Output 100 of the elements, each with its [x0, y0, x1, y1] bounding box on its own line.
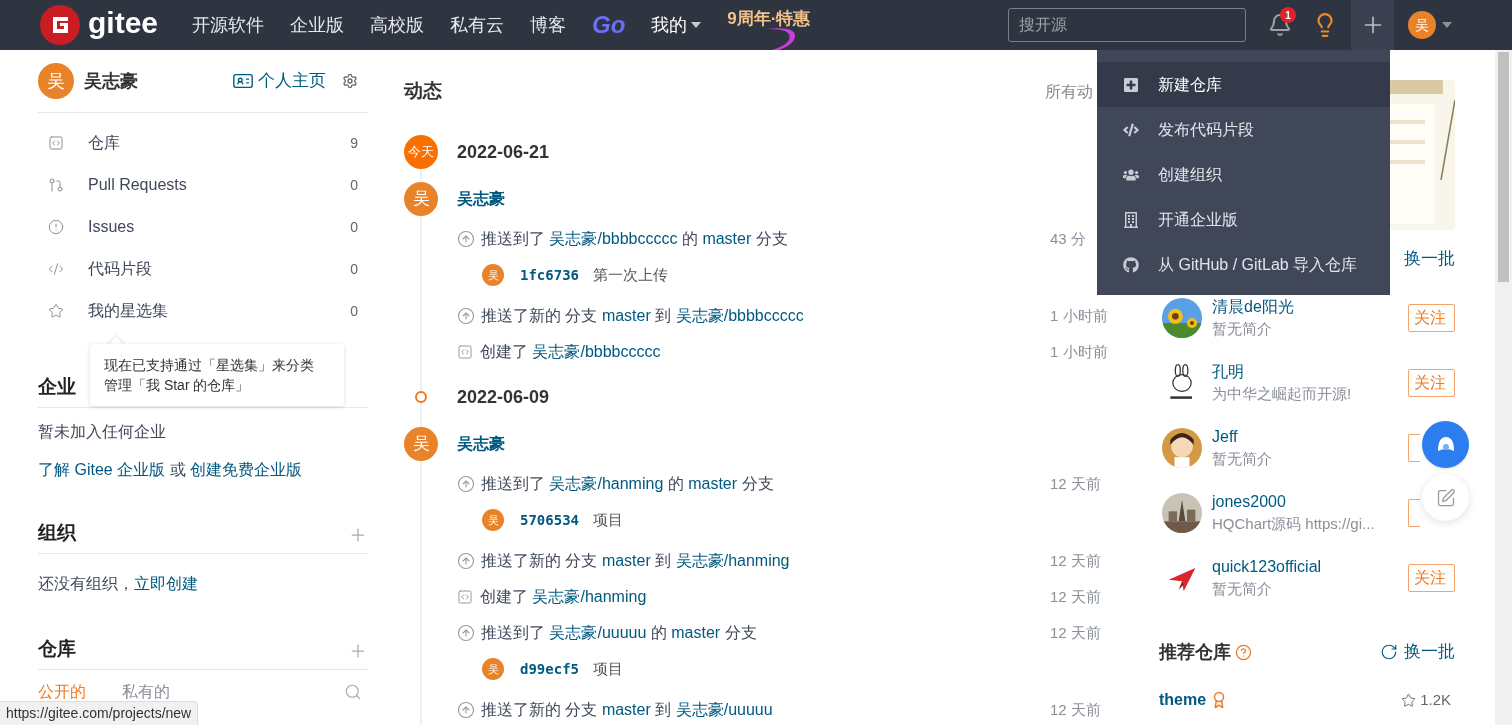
section-title: 组织	[38, 520, 76, 545]
link[interactable]: 吴志豪/bbbbccccc	[532, 343, 661, 360]
code-icon	[1123, 121, 1139, 138]
link[interactable]: master	[688, 475, 738, 492]
link[interactable]: 立即创建	[134, 575, 198, 592]
feed-filter[interactable]: 所有动	[1045, 79, 1093, 104]
link[interactable]: 吴志豪/uuuuu	[675, 701, 773, 718]
settings-icon[interactable]	[342, 73, 358, 89]
profile-link[interactable]: 个人主页	[232, 68, 326, 94]
nav-link[interactable]: 博客	[530, 11, 567, 39]
user-name[interactable]: Jeff	[1212, 425, 1272, 448]
commit-message: 项目	[593, 509, 623, 530]
user-name[interactable]: 吴志豪	[457, 187, 505, 211]
link[interactable]: master	[601, 307, 651, 324]
user-name[interactable]: jones2000	[1212, 490, 1375, 513]
commit-message: 第一次上传	[593, 264, 668, 285]
link[interactable]: master	[671, 624, 721, 641]
date-heading: 2022-06-21	[457, 140, 550, 164]
activity-text: 推送到了 吴志豪/bbbbccccc 的 master 分支	[481, 229, 788, 249]
event-time: 12 天前	[1050, 550, 1101, 571]
repo-icon	[48, 135, 64, 151]
link[interactable]: 吴志豪/hanming	[549, 475, 664, 492]
follow-button[interactable]	[1408, 498, 1420, 527]
activity-text: 推送了新的 分支 master 到 吴志豪/hanming	[481, 551, 790, 571]
link[interactable]: master	[702, 230, 752, 247]
link[interactable]: 吴志豪/bbbbccccc	[675, 307, 804, 324]
menu-item[interactable]: 创建组织	[1097, 152, 1390, 197]
refresh-link[interactable]: 换一批	[1380, 639, 1455, 665]
event-time: 43 分	[1050, 228, 1086, 249]
user-name[interactable]: quick123official	[1212, 555, 1322, 578]
repo-name[interactable]: theme	[1159, 688, 1207, 712]
activity-text: 推送到了 吴志豪/hanming 的 master 分支	[481, 474, 774, 494]
commit-hash[interactable]: d99ecf5	[520, 658, 579, 680]
scrollbar-thumb[interactable]	[1498, 52, 1509, 282]
link[interactable]: master	[601, 552, 651, 569]
search-icon[interactable]	[344, 683, 362, 701]
search-field[interactable]: 搜开源	[1008, 8, 1246, 42]
event-time: 12 天前	[1050, 586, 1101, 607]
nav-link[interactable]: 高校版	[370, 11, 425, 39]
push-icon	[457, 552, 475, 570]
user-name[interactable]: 清晨de阳光	[1212, 295, 1294, 318]
event-time: 1 小时前	[1050, 341, 1108, 362]
create-button[interactable]	[1351, 0, 1394, 50]
date-heading: 2022-06-09	[457, 385, 550, 409]
event-time: 12 天前	[1050, 622, 1101, 643]
menu-item[interactable]: 发布代码片段	[1097, 107, 1390, 152]
feedback-button[interactable]	[1422, 474, 1469, 521]
sidebar-item[interactable]: 仓库 9	[38, 122, 368, 164]
notification-badge: 1	[1280, 7, 1296, 23]
help-icon[interactable]	[1235, 643, 1252, 661]
commit-hash[interactable]: 1fc6736	[520, 264, 579, 286]
chat-button[interactable]	[1422, 421, 1469, 468]
promo-banner[interactable]: 9周年·特惠	[727, 6, 811, 32]
repo-icon	[457, 344, 473, 360]
activity-text: 创建了 吴志豪/hanming	[480, 587, 647, 607]
user-name[interactable]: 吴志豪	[84, 67, 138, 95]
user-bio: 为中华之崛起而开源!	[1212, 383, 1352, 404]
event-time: 12 天前	[1050, 699, 1101, 720]
sidebar-item[interactable]: 代码片段 0	[38, 248, 368, 290]
sidebar-item[interactable]: Pull Requests 0	[38, 164, 368, 206]
nav-link[interactable]: 企业版	[290, 11, 345, 39]
user-bio: HQChart源码 https://gi...	[1212, 513, 1375, 534]
event-time: 12 天前	[1050, 473, 1101, 494]
activity-text: 还没有组织，立即创建	[38, 574, 199, 594]
caret-icon	[691, 22, 702, 28]
nav-link[interactable]: 开源软件	[192, 11, 265, 39]
menu-item[interactable]: 开通企业版	[1097, 197, 1390, 242]
refresh-icon	[1380, 643, 1398, 661]
link[interactable]: 了解 Gitee 企业版	[38, 461, 166, 478]
menu-item[interactable]: 从 GitHub / GitLab 导入仓库	[1097, 242, 1390, 287]
nav-link[interactable]: 私有云	[450, 11, 505, 39]
section-title: 推荐仓库	[1159, 640, 1231, 664]
link[interactable]: 创建免费企业版	[190, 461, 303, 478]
star-count: 1.2K	[1420, 689, 1451, 710]
follow-button[interactable]	[1408, 433, 1420, 462]
menu-item[interactable]: 新建仓库	[1097, 62, 1390, 107]
push-icon	[457, 624, 475, 642]
logo-text[interactable]: gitee	[88, 8, 159, 38]
user-bio: 暂无简介	[1212, 448, 1272, 469]
refresh-link[interactable]: 换一批	[1404, 245, 1455, 272]
push-icon	[457, 701, 475, 719]
link[interactable]: 吴志豪/hanming	[675, 552, 790, 569]
link[interactable]: 吴志豪/uuuuu	[549, 624, 647, 641]
section-title: 企业	[38, 374, 76, 399]
commit-hash[interactable]: 5706534	[520, 509, 579, 531]
sidebar-item[interactable]: 我的星选集 0	[38, 290, 368, 332]
activity-text: 推送到了 吴志豪/uuuuu 的 master 分支	[481, 623, 757, 643]
notification-icon[interactable]	[1268, 13, 1292, 37]
link[interactable]: 吴志豪/bbbbccccc	[549, 230, 678, 247]
star-icon	[48, 303, 64, 319]
code-icon	[48, 261, 64, 277]
sidebar-item[interactable]: Issues 0	[38, 206, 368, 248]
activity-text: 了解 Gitee 企业版 或 创建免费企业版	[38, 460, 304, 480]
link[interactable]: 吴志豪/hanming	[532, 588, 647, 605]
link[interactable]: master	[601, 701, 651, 718]
user-name[interactable]: 孔明	[1212, 360, 1352, 383]
user-name[interactable]: 吴志豪	[457, 432, 505, 456]
activity-text: 创建了 吴志豪/bbbbccccc	[480, 342, 661, 362]
nav-dropdown[interactable]: 我的	[651, 11, 702, 39]
push-icon	[457, 307, 475, 325]
